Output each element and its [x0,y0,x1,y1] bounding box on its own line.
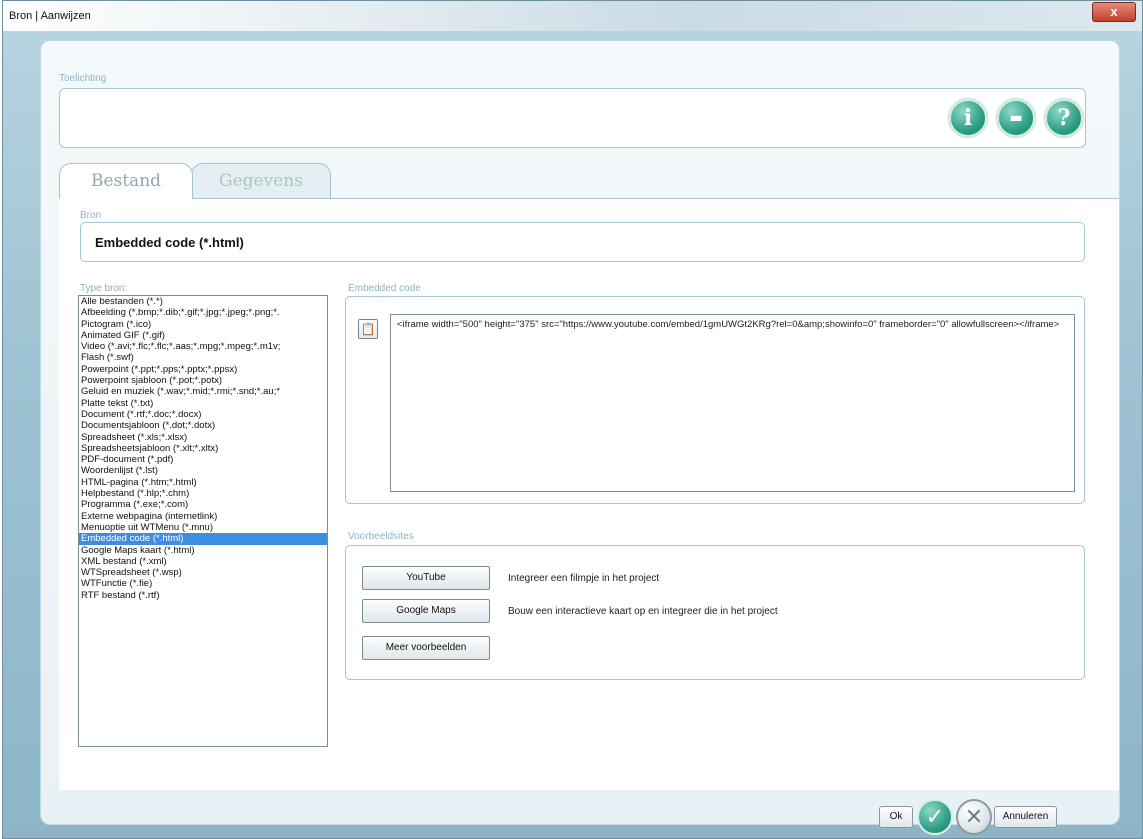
tab-bestand[interactable]: Bestand [59,163,193,199]
list-item[interactable]: Afbeelding (*.bmp;*.dib;*.gif;*.jpg;*.jp… [79,307,327,318]
tab-gegevens[interactable]: Gegevens [191,163,331,199]
list-item[interactable]: Spreadsheetsjabloon (*.xlt;*.xltx) [79,443,327,454]
embedded-code-label: Embedded code [348,283,421,294]
embedded-code-group: 📋 <iframe width="500" height="375" src="… [345,296,1085,504]
list-item[interactable]: Documentsjabloon (*.dot;*.dotx) [79,420,327,431]
bron-field: Embedded code (*.html) [80,222,1085,262]
list-item[interactable]: XML bestand (*.xml) [79,556,327,567]
list-item[interactable]: Animated GIF (*.gif) [79,330,327,341]
title-bar[interactable]: Bron | Aanwijzen x [3,1,1142,31]
list-item[interactable]: Flash (*.swf) [79,352,327,363]
list-item[interactable]: Geluid en muziek (*.wav;*.mid;*.rmi;*.sn… [79,386,327,397]
google-maps-description: Bouw een interactieve kaart op en integr… [508,606,778,617]
type-bron-list[interactable]: Alle bestanden (*.*) Afbeelding (*.bmp;*.… [78,295,328,747]
list-item[interactable]: Embedded code (*.html) [79,533,327,545]
youtube-description: Integreer een filmpje in het project [508,573,660,584]
toelichting-box [59,88,1086,148]
list-item[interactable]: Externe webpagina (internetlink) [79,511,327,522]
clipboard-icon: 📋 [360,322,376,336]
window-title: Bron | Aanwijzen [9,10,91,22]
list-item[interactable]: WTFunctie (*.fie) [79,578,327,589]
list-item[interactable]: HTML-pagina (*.htm;*.html) [79,477,327,488]
voorbeeldsites-group: YouTube Integreer een filmpje in het pro… [345,545,1085,680]
close-button[interactable]: x [1092,2,1136,22]
type-bron-label: Type bron: [80,283,128,294]
list-item[interactable]: Platte tekst (*.txt) [79,398,327,409]
list-item[interactable]: Helpbestand (*.hlp;*.chm) [79,488,327,499]
list-item[interactable]: WTSpreadsheet (*.wsp) [79,567,327,578]
cancel-x-icon[interactable]: ✕ [956,799,992,835]
voorbeeldsites-label: Voorbeeldsites [348,531,414,542]
help-icon[interactable]: ? [1045,99,1083,137]
list-item[interactable]: Powerpoint (*.ppt;*.pps;*.pptx;*.ppsx) [79,364,327,375]
list-item[interactable]: Powerpoint sjabloon (*.pot;*.potx) [79,375,327,386]
list-item[interactable]: Pictogram (*.ico) [79,319,327,330]
list-item[interactable]: Video (*.avi;*.flc;*.flc;*.aas;*.mpg;*.m… [79,341,327,352]
ok-button[interactable]: Ok [879,806,913,828]
meer-voorbeelden-button[interactable]: Meer voorbeelden [362,636,490,660]
list-item[interactable]: Google Maps kaart (*.html) [79,545,327,556]
embedded-code-input[interactable]: <iframe width="500" height="375" src="ht… [390,314,1075,492]
list-item[interactable]: Woordenlijst (*.lst) [79,465,327,476]
cancel-button[interactable]: Annuleren [994,806,1057,828]
list-item[interactable]: Spreadsheet (*.xls;*.xlsx) [79,432,327,443]
list-item[interactable]: Alle bestanden (*.*) [79,296,327,307]
toelichting-label: Toelichting [59,73,107,84]
bron-label: Bron [80,210,102,221]
youtube-button[interactable]: YouTube [362,566,490,590]
list-item[interactable]: PDF-document (*.pdf) [79,454,327,465]
paste-button[interactable]: 📋 [358,319,378,339]
info-icon[interactable]: i [949,99,987,137]
list-item[interactable]: Document (*.rtf;*.doc;*.docx) [79,409,327,420]
google-maps-button[interactable]: Google Maps [362,599,490,623]
video-icon[interactable]: ▬ [997,99,1035,137]
bron-value: Embedded code (*.html) [95,235,244,250]
ok-check-icon[interactable]: ✓ [917,799,953,835]
list-item[interactable]: Menuoptie uit WTMenu (*.mnu) [79,522,327,533]
list-item[interactable]: Programma (*.exe;*.com) [79,499,327,510]
list-item[interactable]: RTF bestand (*.rtf) [79,590,327,601]
